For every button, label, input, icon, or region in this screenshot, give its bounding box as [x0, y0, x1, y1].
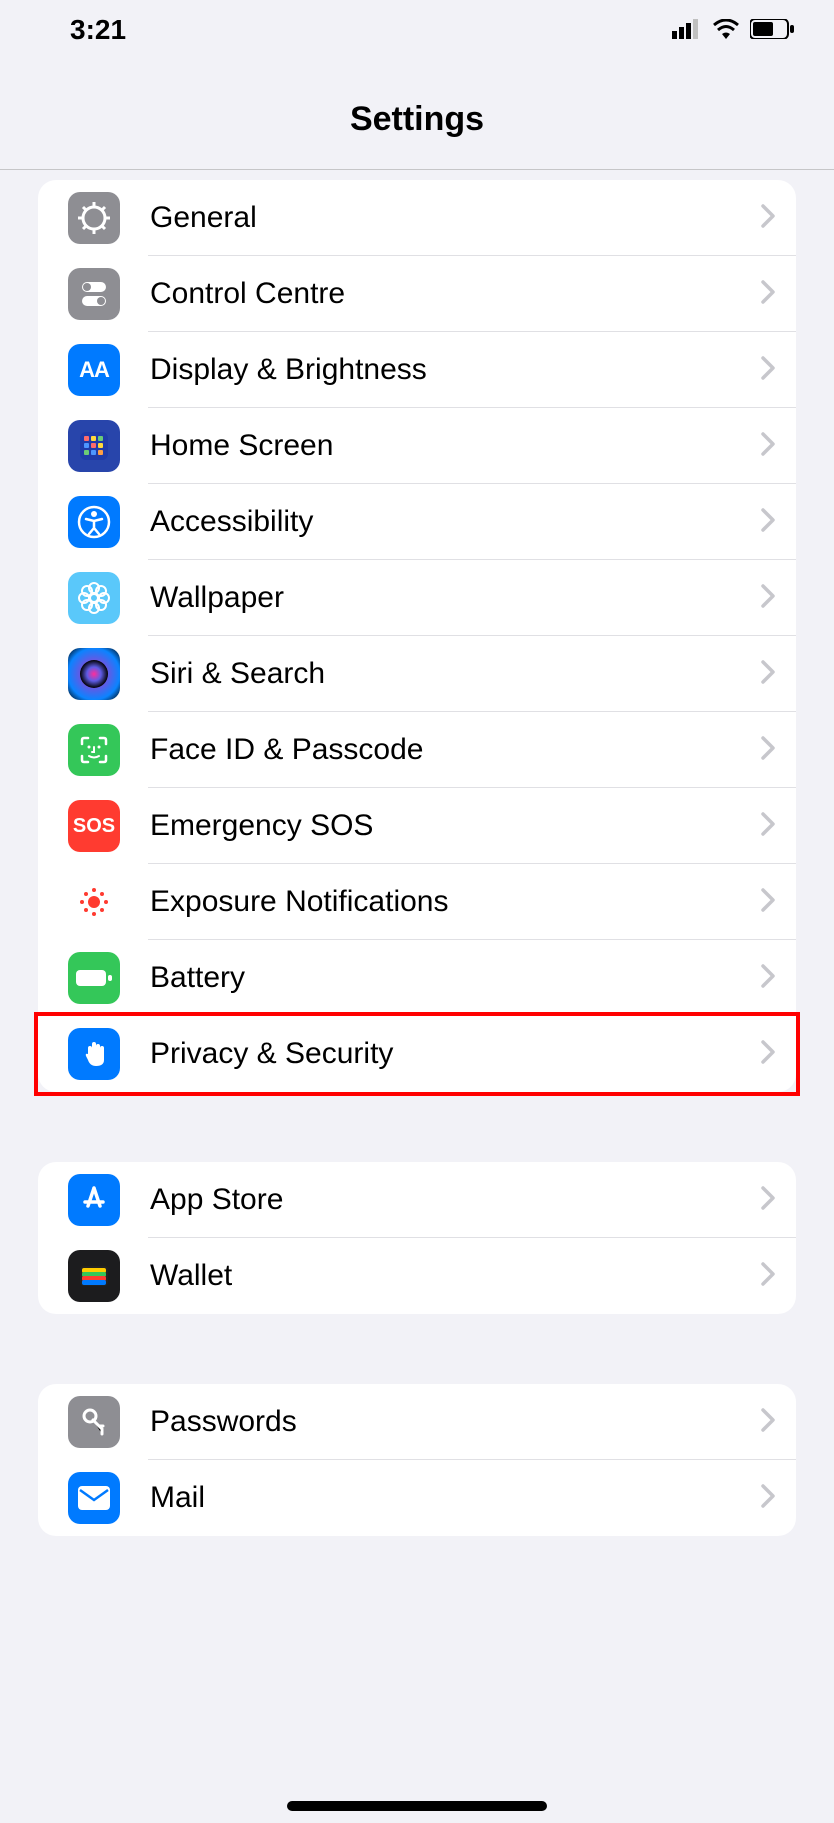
hand-icon: [68, 1028, 120, 1080]
chevron-right-icon: [760, 1261, 776, 1292]
settings-row-sos[interactable]: SOS Emergency SOS: [38, 788, 796, 864]
settings-row-privacy[interactable]: Privacy & Security: [38, 1016, 796, 1092]
chevron-right-icon: [760, 1407, 776, 1438]
settings-row-mail[interactable]: Mail: [38, 1460, 796, 1536]
settings-row-display-brightness[interactable]: AA Display & Brightness: [38, 332, 796, 408]
chevron-right-icon: [760, 355, 776, 386]
row-label: App Store: [150, 1183, 760, 1217]
row-label: Wallpaper: [150, 581, 760, 615]
row-label: Exposure Notifications: [150, 885, 760, 919]
battery-icon: [750, 14, 794, 46]
row-label: Wallet: [150, 1259, 760, 1293]
row-label: Battery: [150, 961, 760, 995]
settings-section: Passwords Mail: [38, 1384, 796, 1536]
row-label: Display & Brightness: [150, 353, 760, 387]
chevron-right-icon: [760, 735, 776, 766]
row-label: Face ID & Passcode: [150, 733, 760, 767]
row-label: General: [150, 201, 760, 235]
switches-icon: [68, 268, 120, 320]
cellular-icon: [672, 14, 702, 46]
key-icon: [68, 1396, 120, 1448]
accessibility-icon: [68, 496, 120, 548]
settings-row-wallet[interactable]: Wallet: [38, 1238, 796, 1314]
row-label: Home Screen: [150, 429, 760, 463]
chevron-right-icon: [760, 659, 776, 690]
appstore-icon: [68, 1174, 120, 1226]
settings-row-exposure[interactable]: Exposure Notifications: [38, 864, 796, 940]
status-time: 3:21: [70, 14, 126, 46]
settings-row-siri-search[interactable]: Siri & Search: [38, 636, 796, 712]
chevron-right-icon: [760, 203, 776, 234]
settings-row-accessibility[interactable]: Accessibility: [38, 484, 796, 560]
aa-icon: AA: [68, 344, 120, 396]
settings-row-passwords[interactable]: Passwords: [38, 1384, 796, 1460]
sos-icon: SOS: [68, 800, 120, 852]
row-label: Passwords: [150, 1405, 760, 1439]
wallet-icon: [68, 1250, 120, 1302]
exposure-icon: [68, 876, 120, 928]
settings-row-wallpaper[interactable]: Wallpaper: [38, 560, 796, 636]
row-label: Mail: [150, 1481, 760, 1515]
settings-section: App Store Wallet: [38, 1162, 796, 1314]
chevron-right-icon: [760, 279, 776, 310]
chevron-right-icon: [760, 583, 776, 614]
home-indicator: [287, 1801, 547, 1811]
status-bar: 3:21: [0, 0, 834, 60]
status-indicators: [672, 14, 794, 46]
settings-row-general[interactable]: General: [38, 180, 796, 256]
chevron-right-icon: [760, 811, 776, 842]
row-label: Control Centre: [150, 277, 760, 311]
settings-row-app-store[interactable]: App Store: [38, 1162, 796, 1238]
settings-row-home-screen[interactable]: Home Screen: [38, 408, 796, 484]
settings-row-battery[interactable]: Battery: [38, 940, 796, 1016]
wifi-icon: [712, 14, 740, 46]
grid-icon: [68, 420, 120, 472]
row-label: Privacy & Security: [150, 1037, 760, 1071]
chevron-right-icon: [760, 507, 776, 538]
chevron-right-icon: [760, 431, 776, 462]
gear-icon: [68, 192, 120, 244]
mail-icon: [68, 1472, 120, 1524]
page-title: Settings: [0, 100, 834, 139]
row-label: Emergency SOS: [150, 809, 760, 843]
faceid-icon: [68, 724, 120, 776]
siri-icon: [68, 648, 120, 700]
flower-icon: [68, 572, 120, 624]
row-label: Siri & Search: [150, 657, 760, 691]
chevron-right-icon: [760, 1185, 776, 1216]
chevron-right-icon: [760, 887, 776, 918]
chevron-right-icon: [760, 1483, 776, 1514]
battery-icon: [68, 952, 120, 1004]
header: Settings: [0, 60, 834, 170]
settings-row-control-centre[interactable]: Control Centre: [38, 256, 796, 332]
chevron-right-icon: [760, 1039, 776, 1070]
settings-section: General Control Centre AA Display & Brightn…: [38, 180, 796, 1092]
row-label: Accessibility: [150, 505, 760, 539]
settings-row-faceid[interactable]: Face ID & Passcode: [38, 712, 796, 788]
chevron-right-icon: [760, 963, 776, 994]
